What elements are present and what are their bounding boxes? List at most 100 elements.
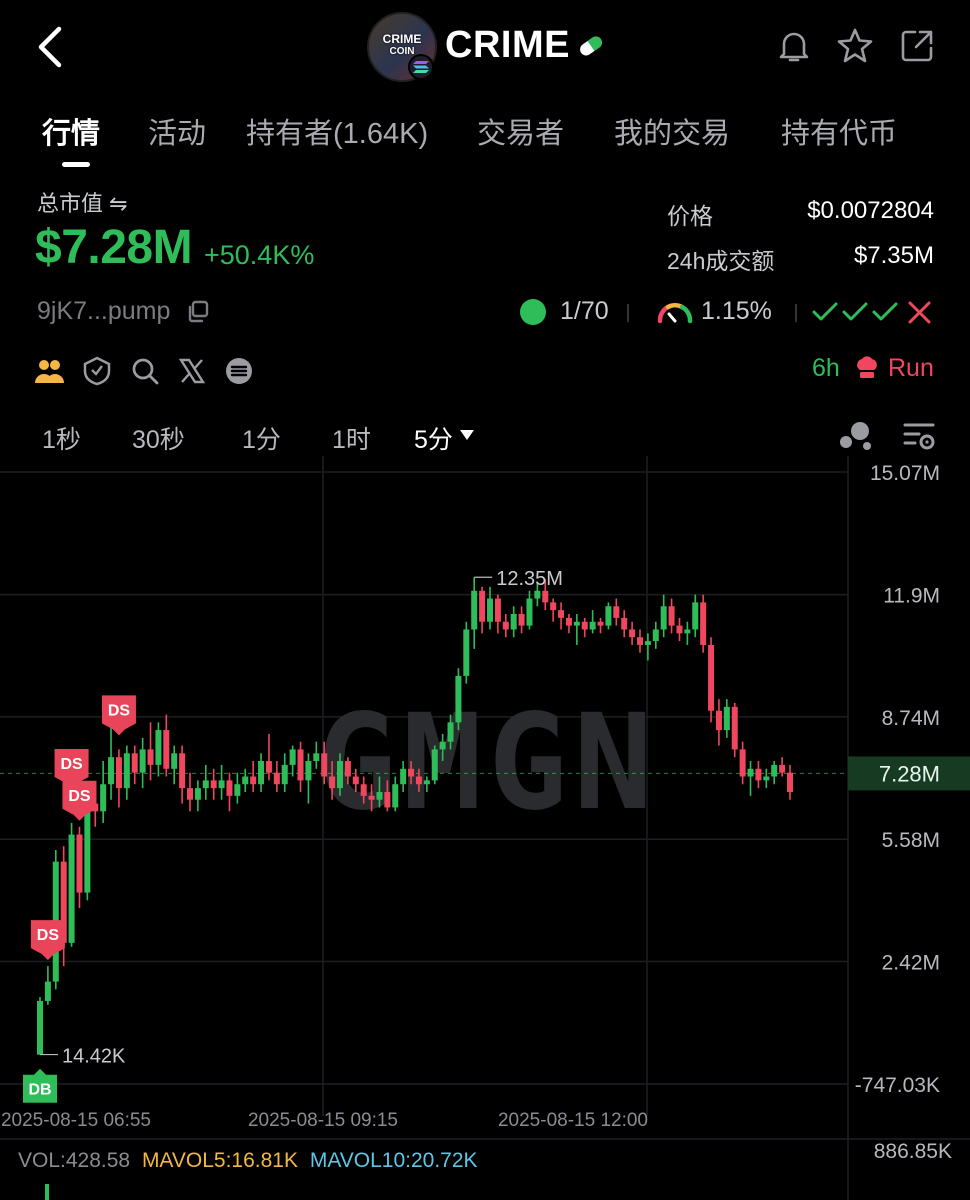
candle-body <box>250 776 257 785</box>
website-icon[interactable] <box>224 356 254 391</box>
top10-percentage[interactable]: 1.15% <box>701 297 772 326</box>
candle-body <box>155 730 162 765</box>
security-checks[interactable] <box>812 298 934 333</box>
community-icon[interactable] <box>34 357 64 390</box>
copy-icon[interactable] <box>186 300 210 329</box>
candle-body <box>668 606 675 626</box>
marker-label: DS <box>60 756 83 773</box>
contract-address[interactable]: 9jK7...pump <box>37 297 170 326</box>
candle-body <box>763 776 770 781</box>
candle-body <box>581 621 588 630</box>
volume-value: VOL:428.58 <box>18 1149 131 1172</box>
status-dot-icon <box>520 299 546 325</box>
candle-body <box>565 617 572 626</box>
candle-body <box>281 764 288 785</box>
marker-label: DS <box>37 927 60 944</box>
divider <box>627 304 629 322</box>
candle-body <box>218 780 225 789</box>
candle-body <box>479 590 486 622</box>
tab-market[interactable]: 行情 <box>42 110 100 152</box>
candle-body <box>629 629 636 638</box>
chart-settings-icon[interactable] <box>902 418 938 459</box>
bell-icon[interactable] <box>776 27 812 70</box>
volume-bar <box>45 1184 49 1200</box>
divider <box>795 304 797 322</box>
y-tick-label: 8.74M <box>882 707 940 730</box>
candle-body <box>415 776 422 785</box>
candle-body <box>368 795 375 800</box>
tab-held-tokens[interactable]: 持有代币 <box>781 110 897 152</box>
back-arrow-icon[interactable] <box>28 22 72 72</box>
tab-traders[interactable]: 交易者 <box>477 110 564 152</box>
pill-icon <box>576 33 606 59</box>
market-cap-label[interactable]: 总市值 ⇋ <box>37 186 128 218</box>
candlestick-chart[interactable]: GMGN 15.07M 11.9M 8.74M 5.58M 2.42M -747.03K 7.… <box>0 456 970 1200</box>
candle-body <box>37 1000 43 1055</box>
candle-body <box>234 784 241 796</box>
candle-body <box>558 610 565 618</box>
candle-body <box>68 834 75 943</box>
candle-body <box>700 602 707 645</box>
candle-body <box>613 606 620 618</box>
tab-my-trades[interactable]: 我的交易 <box>614 110 730 152</box>
star-icon[interactable] <box>836 27 874 70</box>
dev-status-label[interactable]: Run <box>888 354 934 383</box>
interval-5m[interactable]: 5分 <box>414 420 453 456</box>
candle-body <box>392 784 399 808</box>
candle-body <box>337 761 343 789</box>
candle-body <box>179 753 186 789</box>
interval-1h[interactable]: 1时 <box>332 420 371 456</box>
tab-holders[interactable]: 持有者(1.64K) <box>246 110 428 152</box>
candle-body <box>715 710 722 731</box>
candle-body <box>518 614 525 626</box>
candle-body <box>431 749 438 781</box>
gauge-icon <box>656 299 694 330</box>
tab-activity[interactable]: 活动 <box>148 110 206 152</box>
shield-icon[interactable] <box>82 356 112 391</box>
candle-body <box>652 629 659 642</box>
min-annotation: 14.42K <box>62 1046 126 1068</box>
indicator-icon[interactable] <box>838 418 874 459</box>
candle-body <box>723 706 730 731</box>
volume-24h-value: $7.35M <box>853 242 934 269</box>
marker-label: DS <box>108 702 131 719</box>
candle-body <box>637 637 643 645</box>
interval-30s[interactable]: 30秒 <box>132 420 185 456</box>
token-age: 6h <box>812 354 840 382</box>
candle-body <box>644 641 651 645</box>
candle-body <box>115 757 122 789</box>
candle-body <box>210 780 217 789</box>
market-cap-value: $7.28M <box>35 221 193 274</box>
marker-label: DB <box>28 1082 51 1099</box>
candle-body <box>787 772 793 792</box>
x-tick-label: 2025-08-15 09:15 <box>248 1110 398 1131</box>
candle-body <box>305 761 312 781</box>
price-label: 价格 <box>667 203 713 229</box>
candle-body <box>321 753 328 777</box>
interval-1m[interactable]: 1分 <box>242 420 281 456</box>
x-twitter-icon[interactable] <box>178 357 206 390</box>
candle-body <box>534 590 541 599</box>
candle-body <box>226 780 233 796</box>
candle-body <box>139 749 146 773</box>
candle-body <box>526 598 533 626</box>
y-tick-label: 11.9M <box>883 585 940 608</box>
mavol5-value: MAVOL5:16.81K <box>141 1149 298 1172</box>
candle-body <box>589 621 596 630</box>
chevron-down-icon[interactable] <box>459 428 475 446</box>
holders-ratio[interactable]: 1/70 <box>560 297 609 326</box>
candle-body <box>542 590 549 603</box>
candle-body <box>360 784 367 796</box>
candle-body <box>297 749 304 781</box>
social-links <box>34 356 254 391</box>
candle-body <box>84 803 91 893</box>
search-icon[interactable] <box>130 356 160 391</box>
candle-body <box>573 621 580 626</box>
share-icon[interactable] <box>898 27 936 70</box>
interval-1s[interactable]: 1秒 <box>42 420 81 456</box>
candle-body <box>550 602 557 611</box>
candle-body <box>408 768 415 777</box>
candle-body <box>131 753 138 773</box>
candle-body <box>194 788 201 800</box>
candle-body <box>502 621 509 630</box>
